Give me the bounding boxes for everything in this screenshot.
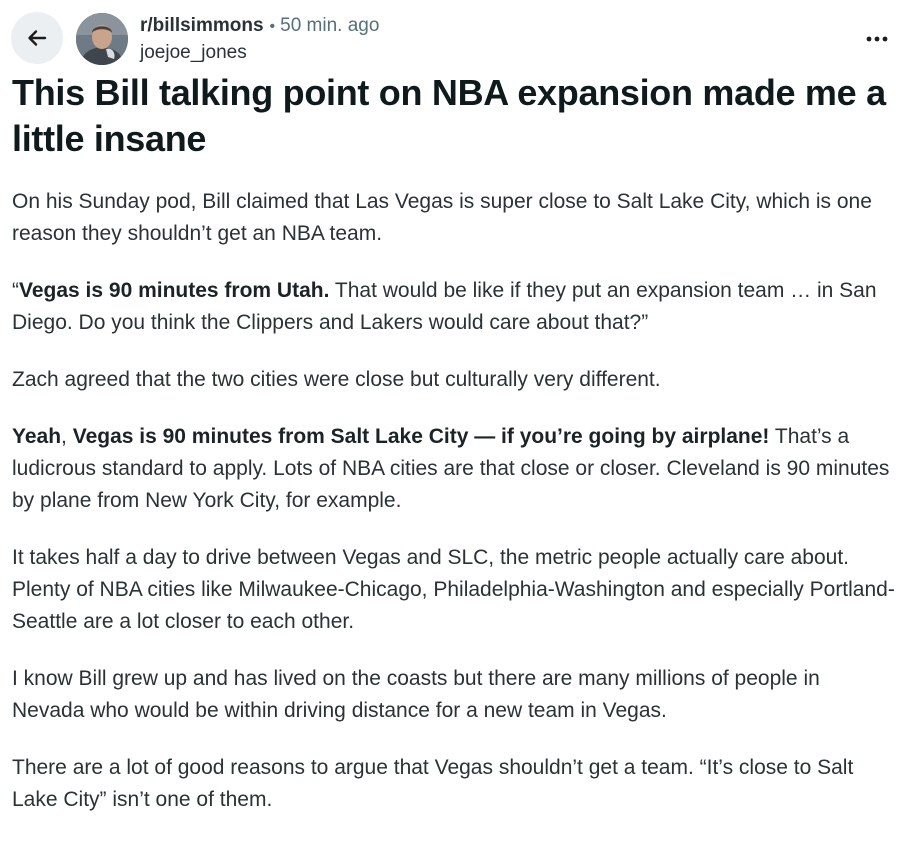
back-button[interactable] bbox=[11, 12, 63, 64]
body-paragraph-4: Yeah, Vegas is 90 minutes from Salt Lake… bbox=[12, 421, 896, 517]
post-meta: r/billsimmons • 50 min. ago joejoe_jones bbox=[140, 13, 379, 66]
post-body: On his Sunday pod, Bill claimed that Las… bbox=[12, 186, 896, 841]
body-paragraph-1: On his Sunday pod, Bill claimed that Las… bbox=[12, 190, 872, 245]
post-timestamp: 50 min. ago bbox=[280, 15, 380, 36]
more-horizontal-icon bbox=[866, 36, 888, 42]
airplane-bold: Vegas is 90 minutes from Salt Lake City … bbox=[72, 425, 770, 448]
subreddit-link[interactable]: r/billsimmons bbox=[140, 13, 264, 39]
open-quote: “ bbox=[12, 279, 19, 302]
author-link[interactable]: joejoe_jones bbox=[140, 40, 247, 66]
arrow-left-icon bbox=[28, 30, 47, 46]
body-paragraph-6: I know Bill grew up and has lived on the… bbox=[12, 667, 820, 722]
avatar[interactable] bbox=[76, 13, 128, 65]
more-options-button[interactable] bbox=[862, 26, 892, 52]
body-paragraph-7: There are a lot of good reasons to argue… bbox=[12, 756, 854, 811]
body-paragraph-2: “Vegas is 90 minutes from Utah. That wou… bbox=[12, 275, 896, 339]
quote-bold: Vegas is 90 minutes from Utah. bbox=[19, 279, 330, 302]
comma-text: , bbox=[61, 425, 73, 448]
yeah-bold: Yeah bbox=[12, 425, 62, 448]
body-paragraph-3: Zach agreed that the two cities were clo… bbox=[12, 368, 661, 391]
post-title: This Bill talking point on NBA expansion… bbox=[12, 72, 886, 159]
body-paragraph-5: It takes half a day to drive between Veg… bbox=[12, 546, 895, 633]
post-header: r/billsimmons • 50 min. ago joejoe_jones bbox=[0, 0, 906, 70]
meta-separator: • bbox=[269, 18, 276, 35]
